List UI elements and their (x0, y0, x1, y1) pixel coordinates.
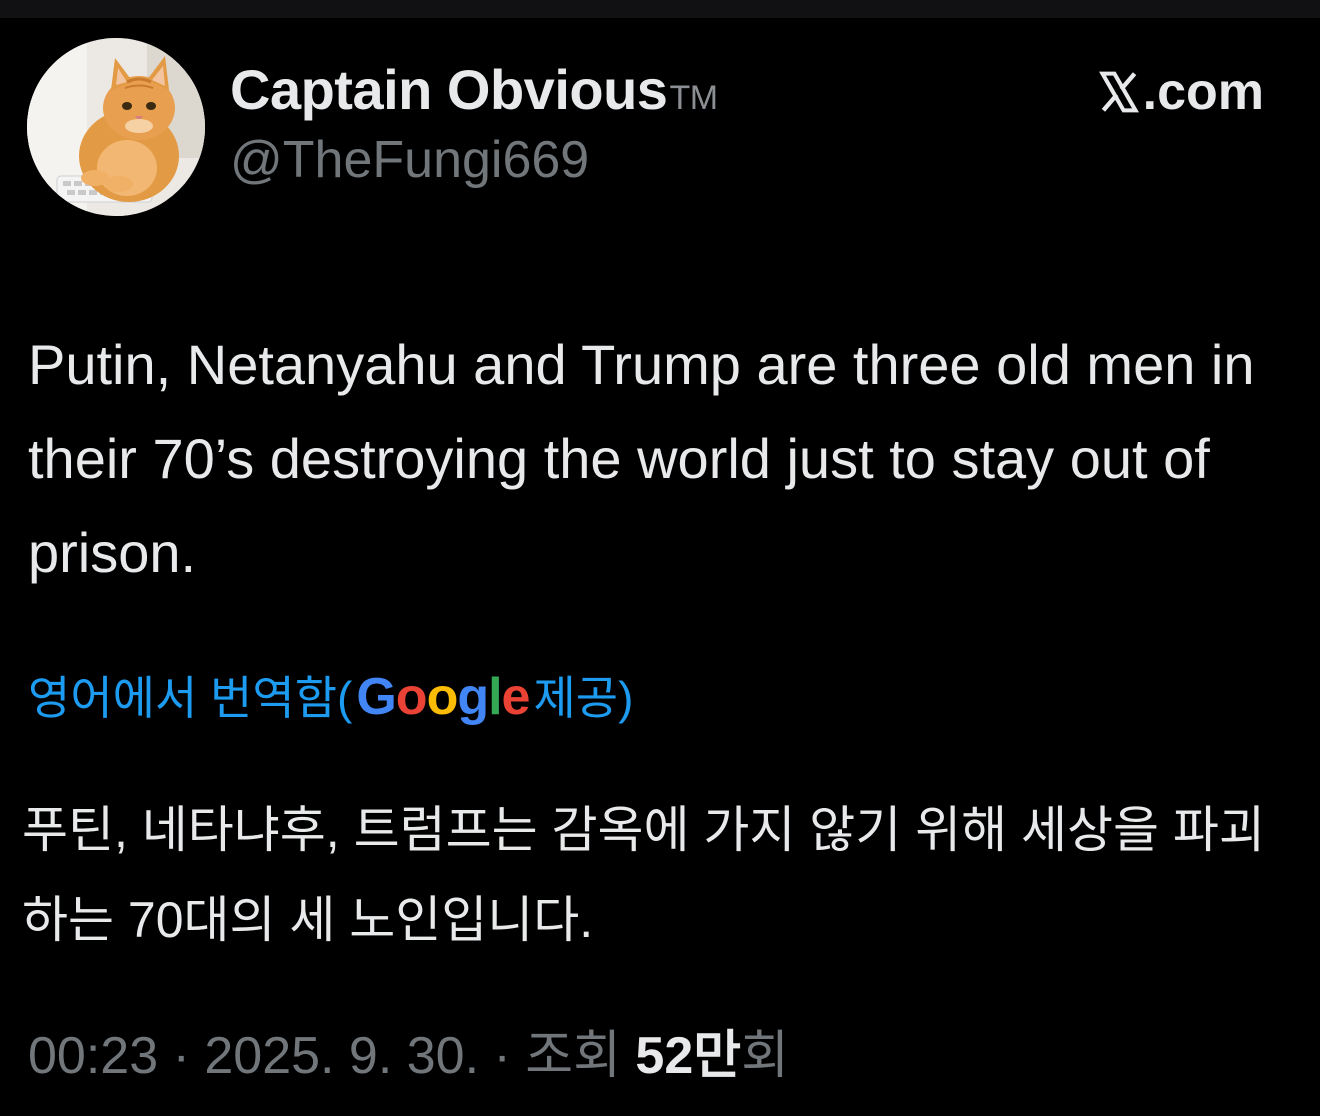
views-count[interactable]: 52만 (635, 1027, 741, 1085)
google-letter: G (356, 668, 396, 726)
tweet-meta: 00:23 · 2025. 9. 30. · 조회 52만회 (28, 1024, 789, 1088)
brand-label: .com (1142, 63, 1264, 121)
avatar[interactable] (27, 38, 205, 216)
tweet-date[interactable]: 2025. 9. 30. (204, 1027, 479, 1085)
views-unit: 회 (741, 1027, 789, 1085)
display-name[interactable]: Captain ObviousTM (230, 58, 718, 122)
meta-separator: · (158, 1027, 205, 1085)
x-logo-icon (1098, 71, 1139, 113)
top-status-strip (0, 0, 1320, 18)
google-letter: l (488, 668, 502, 726)
user-handle[interactable]: @TheFungi669 (230, 128, 589, 192)
orange-cat-avatar-icon (27, 38, 205, 216)
meta-separator: · (479, 1027, 526, 1085)
translated-text: 푸틴, 네타냐후, 트럼프는 감옥에 가지 않기 위해 세상을 파괴하는 70대… (22, 802, 1265, 948)
google-letter: o (426, 668, 459, 726)
google-letter: g (457, 668, 489, 726)
translation-suffix: 제공) (533, 672, 634, 724)
trademark-badge: TM (669, 79, 718, 117)
google-letter: o (395, 668, 428, 726)
tweet-text: Putin, Netanyahu and Trump are three old… (28, 333, 1255, 584)
google-logo: Google (356, 665, 531, 729)
views-label: 조회 (525, 1027, 636, 1085)
brand-watermark: .com (1097, 60, 1264, 124)
display-name-text: Captain Obvious (230, 58, 668, 121)
tweet-time[interactable]: 00:23 (28, 1027, 158, 1085)
translation-link[interactable]: 영어에서 번역함( Google 제공) (28, 665, 633, 730)
translation-prefix: 영어에서 번역함( (28, 672, 353, 724)
google-letter: e (501, 668, 531, 726)
